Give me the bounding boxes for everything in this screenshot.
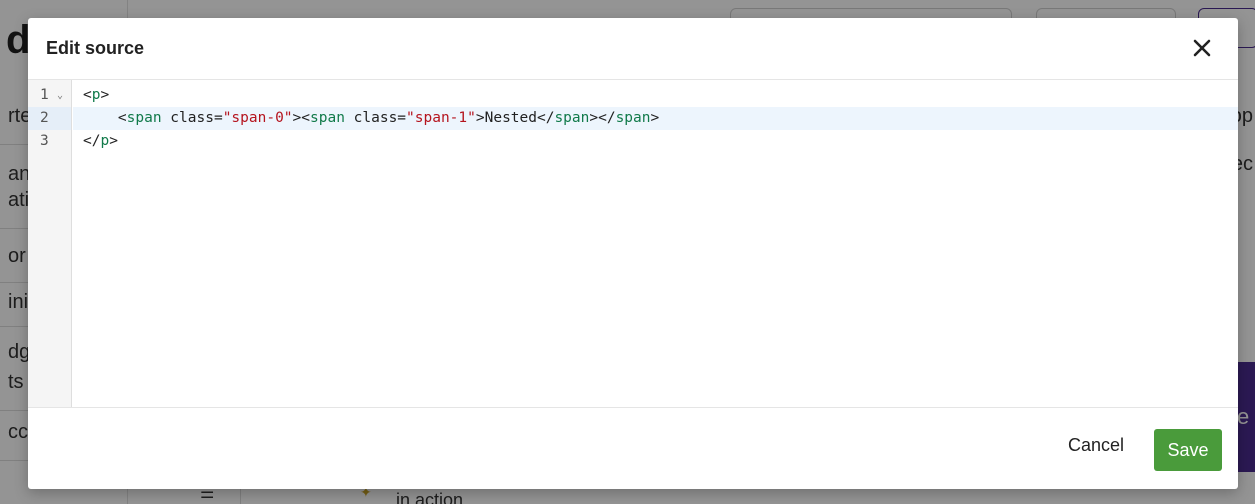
line-number: 1 ⌄ <box>28 84 71 107</box>
code-token: p <box>100 133 110 149</box>
code-token: > <box>109 133 118 149</box>
cancel-button[interactable]: Cancel <box>1068 435 1124 456</box>
fold-chevron-icon[interactable]: ⌄ <box>57 84 63 107</box>
code-token: < <box>83 87 92 103</box>
code-token: span <box>310 110 345 126</box>
line-number-label: 1 <box>40 87 49 103</box>
code-token: </ <box>83 133 101 149</box>
code-token: < <box>83 110 127 126</box>
dialog-footer: Cancel Save <box>28 409 1238 489</box>
line-number-label: 3 <box>40 133 49 149</box>
close-button[interactable] <box>1188 34 1216 62</box>
code-token: >Nested</ <box>475 110 555 126</box>
line-number: 2 <box>28 107 71 130</box>
code-token: "span-1" <box>406 110 476 126</box>
line-number-gutter: 1 ⌄ 2 3 <box>28 80 72 407</box>
edit-source-dialog: Edit source 1 ⌄ 2 3 <p> <span class="span-0… <box>28 18 1238 489</box>
code-line[interactable]: <span class="span-0"><span class="span-1… <box>73 107 1238 130</box>
code-token: class= <box>161 110 223 126</box>
save-button[interactable]: Save <box>1154 429 1222 471</box>
line-number-label: 2 <box>40 110 49 126</box>
code-token: span <box>126 110 162 126</box>
code-area[interactable]: <p> <span class="span-0"><span class="sp… <box>73 80 1238 407</box>
code-line[interactable]: </p> <box>73 130 1238 153</box>
code-line[interactable]: <p> <box>73 84 1238 107</box>
code-token: span <box>554 110 590 126</box>
code-token: > <box>650 110 660 126</box>
code-token: >< <box>292 110 310 126</box>
close-icon <box>1193 39 1211 57</box>
dialog-title: Edit source <box>46 38 145 58</box>
dialog-header: Edit source <box>28 18 1238 80</box>
line-number: 3 <box>28 130 71 153</box>
code-editor[interactable]: 1 ⌄ 2 3 <p> <span class="span-0"><span clas… <box>28 80 1238 408</box>
code-token: > <box>100 87 110 103</box>
code-token: "span-0" <box>222 110 293 126</box>
code-token: ></ <box>589 110 616 126</box>
code-token: class= <box>344 110 407 126</box>
code-token: span <box>615 110 651 126</box>
